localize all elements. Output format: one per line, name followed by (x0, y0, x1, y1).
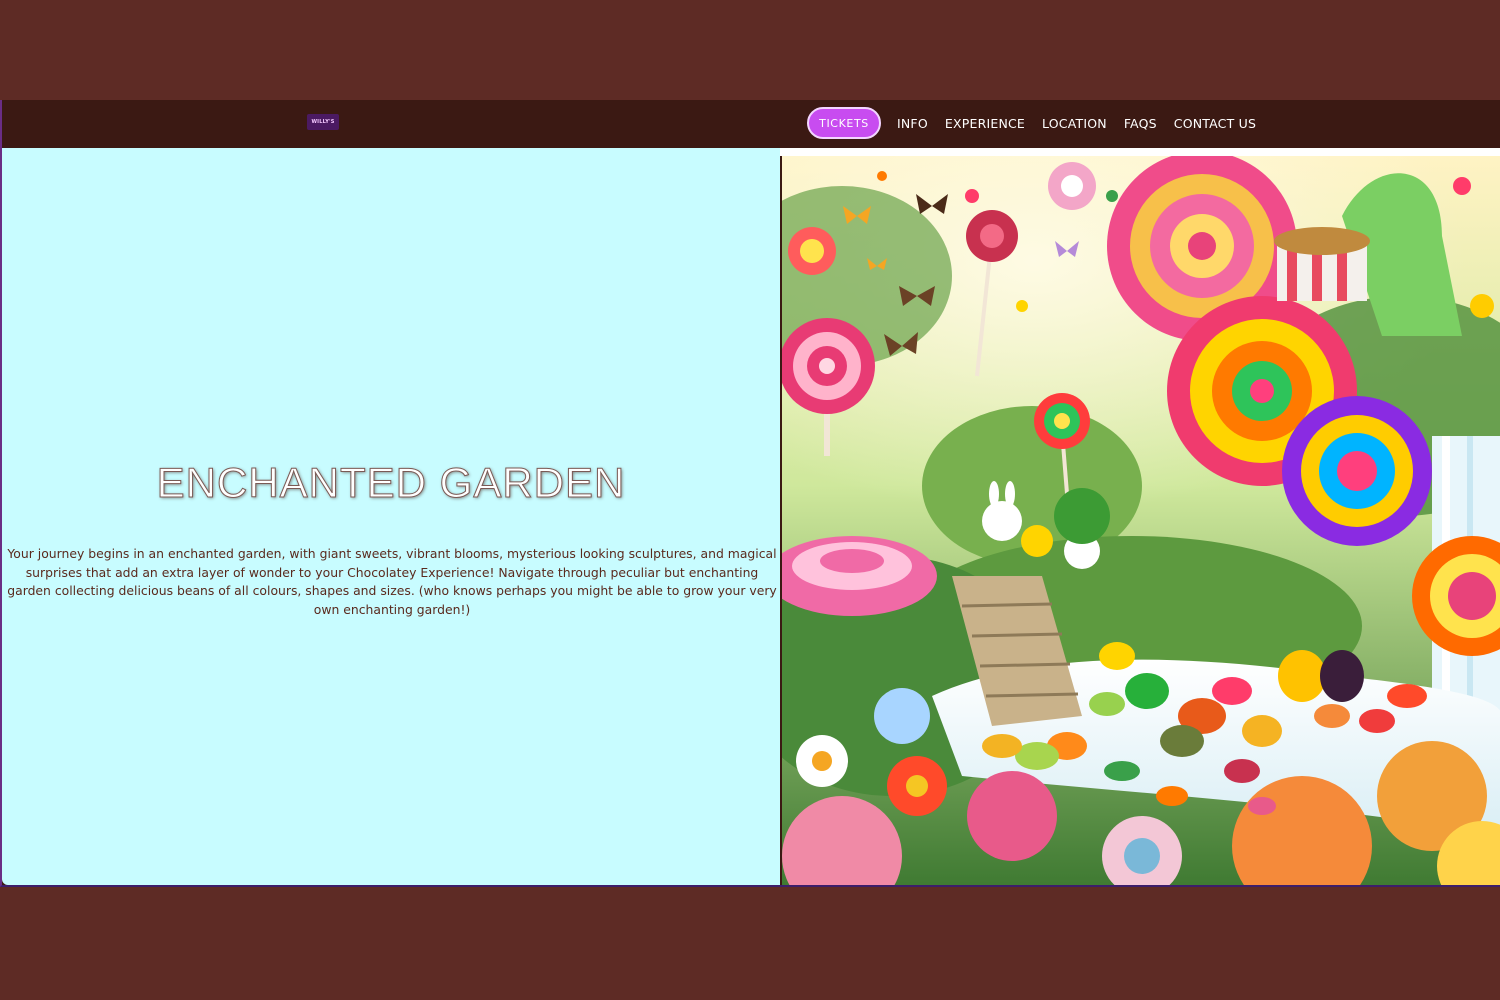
logo[interactable]: WILLY'S (307, 114, 339, 130)
candy-garden-image (782, 156, 1500, 885)
nav-item-experience[interactable]: EXPERIENCE (945, 116, 1025, 131)
tickets-button[interactable]: TICKETS (807, 107, 881, 139)
description-text: Your journey begins in an enchanted gard… (7, 546, 777, 617)
navbar: WILLY'S TICKETS INFO EXPERIENCE LOCATION… (2, 100, 1500, 148)
page-frame: WILLY'S TICKETS INFO EXPERIENCE LOCATION… (0, 100, 1500, 887)
nav-item-contact-us[interactable]: CONTACT US (1174, 116, 1256, 131)
candy-garden-illustration (782, 156, 1500, 885)
text-panel: ENCHANTED GARDEN Your journey begins in … (2, 148, 780, 885)
nav-links: TICKETS INFO EXPERIENCE LOCATION FAQS CO… (807, 104, 1273, 142)
page-title: ENCHANTED GARDEN (156, 459, 626, 507)
nav-item-info[interactable]: INFO (897, 116, 928, 131)
nav-item-faqs[interactable]: FAQS (1124, 116, 1157, 131)
main-content: ENCHANTED GARDEN Your journey begins in … (2, 148, 1500, 885)
nav-item-location[interactable]: LOCATION (1042, 116, 1107, 131)
